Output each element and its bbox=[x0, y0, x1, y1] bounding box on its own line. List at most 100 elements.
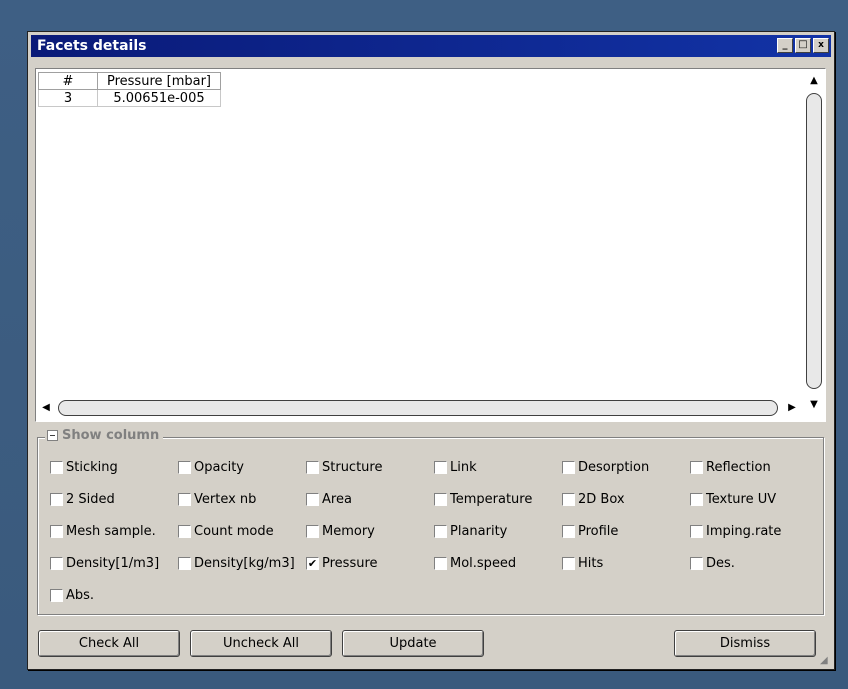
column-header-pressure[interactable]: Pressure [mbar] bbox=[97, 72, 221, 90]
checkbox-label: Density[1/m3] bbox=[66, 556, 160, 571]
horizontal-scrollbar[interactable]: ◀ ▶ bbox=[36, 397, 804, 419]
collapse-icon[interactable] bbox=[47, 430, 58, 441]
checkbox-temperature[interactable]: Temperature bbox=[434, 492, 532, 507]
checkbox-label: Vertex nb bbox=[194, 492, 257, 507]
checkbox-label: 2 Sided bbox=[66, 492, 115, 507]
checkbox-pressure[interactable]: ✔ Pressure bbox=[306, 556, 378, 571]
checkbox-2d-box[interactable]: 2D Box bbox=[562, 492, 625, 507]
minimize-icon[interactable]: _ bbox=[777, 38, 793, 53]
scroll-left-icon[interactable]: ◀ bbox=[38, 400, 54, 416]
checkbox-box[interactable] bbox=[690, 493, 703, 506]
checkbox-label: Reflection bbox=[706, 460, 771, 475]
scroll-down-icon[interactable]: ▼ bbox=[806, 397, 822, 413]
checkbox-box[interactable] bbox=[434, 461, 447, 474]
checkbox-planarity[interactable]: Planarity bbox=[434, 524, 507, 539]
checkbox-mol-speed[interactable]: Mol.speed bbox=[434, 556, 516, 571]
scroll-up-icon[interactable]: ▲ bbox=[806, 73, 822, 89]
maximize-icon[interactable]: □ bbox=[795, 38, 811, 53]
checkbox-box[interactable] bbox=[50, 461, 63, 474]
checkbox-2-sided[interactable]: 2 Sided bbox=[50, 492, 115, 507]
checkbox-area[interactable]: Area bbox=[306, 492, 352, 507]
checkbox-box[interactable] bbox=[50, 589, 63, 602]
checkbox-opacity[interactable]: Opacity bbox=[178, 460, 244, 475]
checkbox-label: Structure bbox=[322, 460, 383, 475]
horizontal-scroll-thumb[interactable] bbox=[58, 400, 778, 416]
checkbox-count-mode[interactable]: Count mode bbox=[178, 524, 274, 539]
checkbox-label: Density[kg/m3] bbox=[194, 556, 295, 571]
resize-grip-icon[interactable]: ◢ bbox=[820, 655, 832, 667]
checkbox-structure[interactable]: Structure bbox=[306, 460, 382, 475]
checkbox-box[interactable] bbox=[306, 493, 319, 506]
checkbox-label: Pressure bbox=[322, 556, 378, 571]
scroll-right-icon[interactable]: ▶ bbox=[784, 400, 800, 416]
checkbox-link[interactable]: Link bbox=[434, 460, 477, 475]
checkbox-box[interactable] bbox=[562, 493, 575, 506]
checkbox-des[interactable]: Des. bbox=[690, 556, 735, 571]
check-all-button[interactable]: Check All bbox=[38, 630, 180, 657]
vertical-scrollbar[interactable]: ▲ ▼ bbox=[803, 69, 825, 421]
checkbox-label: Planarity bbox=[450, 524, 508, 539]
checkbox-box[interactable] bbox=[50, 493, 63, 506]
checkbox-box[interactable] bbox=[434, 557, 447, 570]
checkbox-box[interactable] bbox=[178, 525, 191, 538]
checkbox-label: Abs. bbox=[66, 588, 95, 603]
checkbox-label: Area bbox=[322, 492, 352, 507]
checkbox-box[interactable] bbox=[306, 525, 319, 538]
facets-details-window: Facets details _ □ x # Pressure [mbar] 3… bbox=[27, 31, 835, 670]
checkbox-box[interactable] bbox=[434, 493, 447, 506]
checkbox-box[interactable] bbox=[562, 525, 575, 538]
cell-index: 3 bbox=[38, 89, 98, 107]
uncheck-all-button[interactable]: Uncheck All bbox=[190, 630, 332, 657]
checkbox-label: Opacity bbox=[194, 460, 245, 475]
show-column-legend[interactable]: Show column bbox=[45, 428, 164, 443]
checkbox-label: Imping.rate bbox=[706, 524, 782, 539]
checkbox-vertex-nb[interactable]: Vertex nb bbox=[178, 492, 256, 507]
checkbox-abs[interactable]: Abs. bbox=[50, 588, 94, 603]
checkbox-box[interactable] bbox=[178, 557, 191, 570]
checkbox-label: Link bbox=[450, 460, 477, 475]
close-icon[interactable]: x bbox=[813, 38, 829, 53]
checkbox-label: Profile bbox=[578, 524, 619, 539]
checkbox-box[interactable] bbox=[690, 557, 703, 570]
checkbox-texture-uv[interactable]: Texture UV bbox=[690, 492, 776, 507]
checkbox-memory[interactable]: Memory bbox=[306, 524, 375, 539]
checkbox-box[interactable] bbox=[434, 525, 447, 538]
checkbox-profile[interactable]: Profile bbox=[562, 524, 618, 539]
checkbox-label: Des. bbox=[706, 556, 735, 571]
vertical-scroll-thumb[interactable] bbox=[806, 93, 822, 389]
facets-table[interactable]: # Pressure [mbar] 3 5.00651e-005 ▲ ▼ ◀ ▶ bbox=[35, 68, 826, 422]
checkbox-mesh-sample[interactable]: Mesh sample. bbox=[50, 524, 156, 539]
checkbox-box[interactable] bbox=[178, 493, 191, 506]
title-bar[interactable]: Facets details _ □ x bbox=[31, 35, 831, 57]
checkbox-box[interactable] bbox=[690, 461, 703, 474]
checkbox-label: Mol.speed bbox=[450, 556, 517, 571]
checkbox-box[interactable] bbox=[50, 557, 63, 570]
checkbox-box[interactable] bbox=[50, 525, 63, 538]
checkbox-box[interactable] bbox=[690, 525, 703, 538]
update-button[interactable]: Update bbox=[342, 630, 484, 657]
checkbox-box[interactable] bbox=[306, 461, 319, 474]
checkbox-label: Count mode bbox=[194, 524, 274, 539]
checkbox-box[interactable] bbox=[178, 461, 191, 474]
checkbox-density-1-m3[interactable]: Density[1/m3] bbox=[50, 556, 159, 571]
checkbox-box[interactable] bbox=[562, 461, 575, 474]
dismiss-button[interactable]: Dismiss bbox=[674, 630, 816, 657]
checkbox-label: Temperature bbox=[450, 492, 533, 507]
checkbox-hits[interactable]: Hits bbox=[562, 556, 603, 571]
column-header-index[interactable]: # bbox=[38, 72, 98, 90]
checkbox-desorption[interactable]: Desorption bbox=[562, 460, 649, 475]
checkbox-label: Hits bbox=[578, 556, 604, 571]
checkbox-label: Memory bbox=[322, 524, 375, 539]
checkbox-reflection[interactable]: Reflection bbox=[690, 460, 771, 475]
checkbox-box[interactable] bbox=[562, 557, 575, 570]
checkbox-sticking[interactable]: Sticking bbox=[50, 460, 118, 475]
checkbox-label: 2D Box bbox=[578, 492, 625, 507]
table-row[interactable]: 3 5.00651e-005 bbox=[38, 89, 221, 107]
show-column-title: Show column bbox=[62, 428, 160, 443]
checkbox-label: Texture UV bbox=[706, 492, 777, 507]
checkbox-density-kg-m3[interactable]: Density[kg/m3] bbox=[178, 556, 305, 571]
checkbox-label: Sticking bbox=[66, 460, 118, 475]
checkbox-imping-rate[interactable]: Imping.rate bbox=[690, 524, 781, 539]
checkbox-box-checked[interactable]: ✔ bbox=[306, 557, 319, 570]
cell-pressure: 5.00651e-005 bbox=[97, 89, 221, 107]
